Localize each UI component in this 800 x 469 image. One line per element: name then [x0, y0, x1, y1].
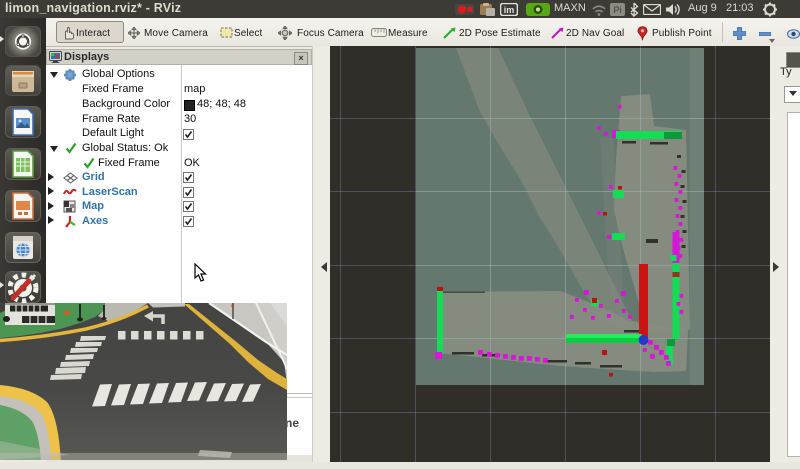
svg-text:im: im	[504, 5, 515, 15]
svg-text:Pi: Pi	[613, 5, 621, 15]
